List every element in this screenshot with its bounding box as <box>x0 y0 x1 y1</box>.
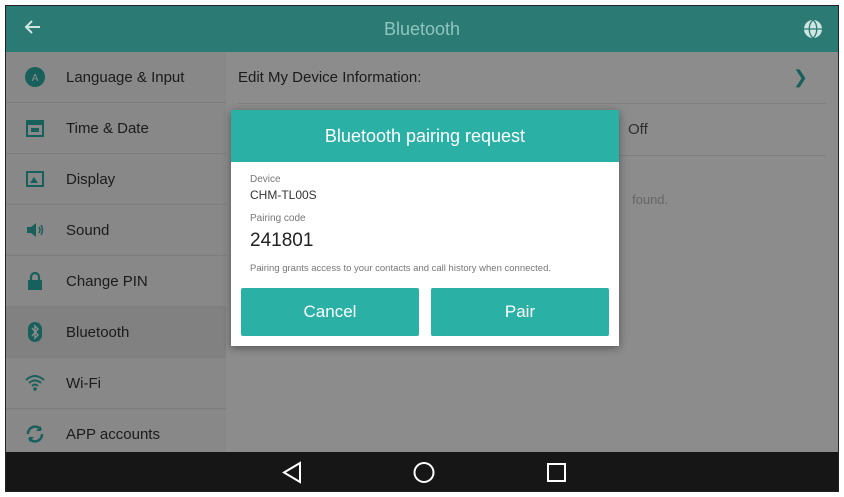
pair-button[interactable]: Pair <box>431 288 609 336</box>
pairing-note: Pairing grants access to your contacts a… <box>250 263 551 274</box>
pairing-code-label: Pairing code <box>250 213 306 224</box>
circle-home-icon[interactable] <box>404 452 444 491</box>
square-recent-icon[interactable] <box>537 452 577 491</box>
dialog-title: Bluetooth pairing request <box>231 110 619 162</box>
system-navigation-bar <box>6 452 838 491</box>
bluetooth-pairing-dialog: Bluetooth pairing request Device CHM-TL0… <box>231 110 619 346</box>
pairing-code: 241801 <box>250 230 314 251</box>
device-label: Device <box>250 174 281 185</box>
title-bar: Bluetooth <box>6 6 838 52</box>
cancel-button[interactable]: Cancel <box>241 288 419 336</box>
screen: Bluetooth A Language & Input Time & Date… <box>5 5 839 492</box>
device-name: CHM-TL00S <box>250 188 317 202</box>
triangle-back-icon[interactable] <box>272 452 312 491</box>
page-title: Bluetooth <box>383 19 461 39</box>
globe-icon[interactable] <box>802 18 824 40</box>
